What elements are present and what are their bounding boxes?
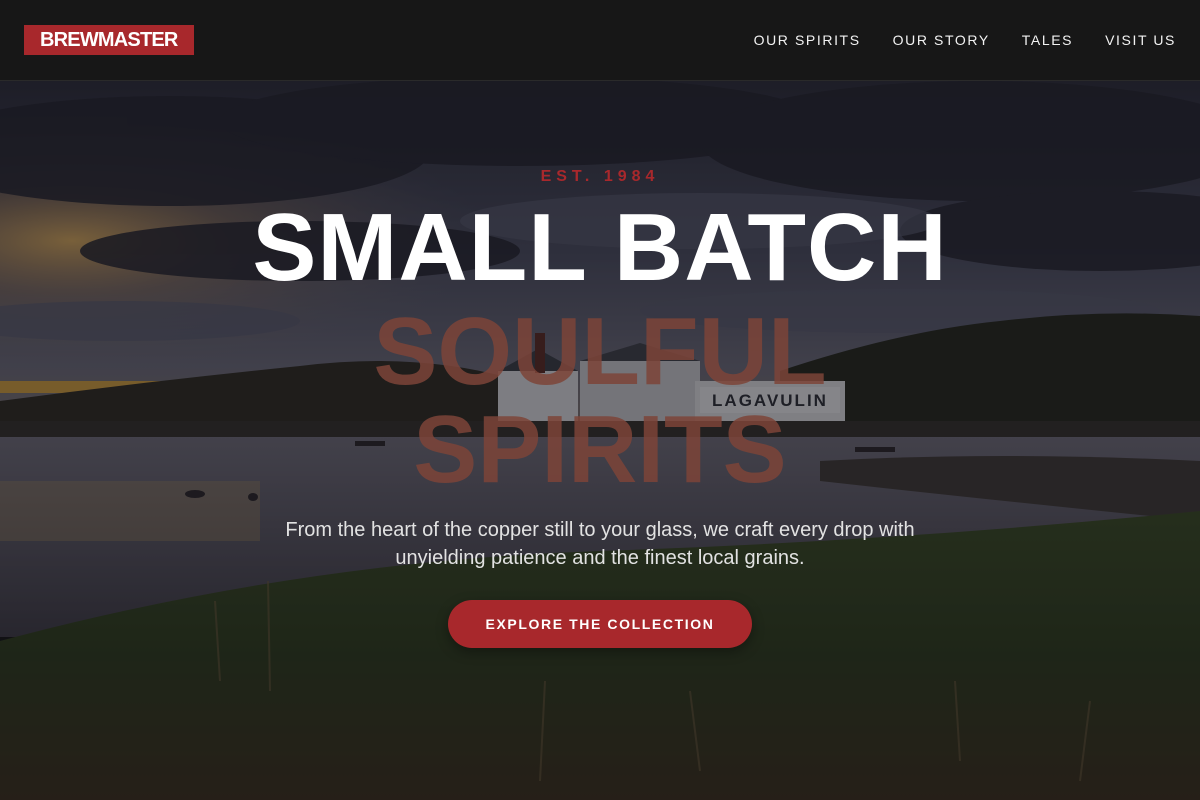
hero-headline: SMALL BATCH [252, 194, 948, 301]
explore-collection-button[interactable]: EXPLORE THE COLLECTION [448, 600, 752, 648]
hero-subheadline: SOULFUL SPIRITS [373, 298, 827, 503]
hero-section: LAGAVULIN EST. 1984 SMALL BATCH SOULFUL … [0, 81, 1200, 800]
nav-link-tales[interactable]: TALES [1022, 31, 1073, 49]
hero-tagline: From the heart of the copper still to yo… [285, 519, 915, 569]
hero-eyebrow: EST. 1984 [540, 168, 660, 185]
landing-page: BREWMASTER OUR SPIRITS OUR STORY TALES V… [0, 0, 1200, 800]
nav-link-visit-us[interactable]: VISIT US [1105, 31, 1176, 49]
main-nav: OUR SPIRITS OUR STORY TALES VISIT US [754, 31, 1176, 49]
brand-logo[interactable]: BREWMASTER [24, 25, 194, 55]
nav-link-our-spirits[interactable]: OUR SPIRITS [754, 31, 861, 49]
top-navbar: BREWMASTER OUR SPIRITS OUR STORY TALES V… [0, 0, 1200, 81]
nav-link-our-story[interactable]: OUR STORY [893, 31, 990, 49]
